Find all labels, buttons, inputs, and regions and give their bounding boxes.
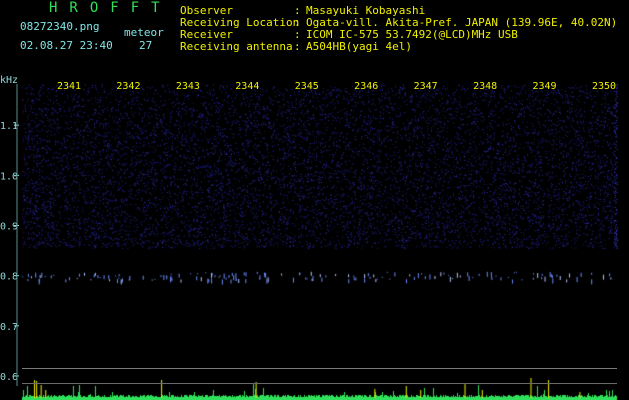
x-tick-label: 2345 <box>295 81 319 92</box>
x-tick-label: 2346 <box>354 81 378 92</box>
x-tick-label: 2350 <box>592 81 616 92</box>
y-tick-label: 0.6 <box>0 372 18 383</box>
x-tick-label: 2343 <box>176 81 200 92</box>
x-tick-label: 2344 <box>235 81 259 92</box>
spectrogram: kHz 1.1 1.0 0.9 0.8 0.7 0.6 2341 2342 2343 2344 234… <box>0 72 629 400</box>
meteor-count-value: 27 <box>139 39 153 52</box>
antenna-label: Receiving antenna <box>180 40 293 53</box>
x-tick-label: 2341 <box>57 81 81 92</box>
y-tick-label: 0.9 <box>0 221 18 232</box>
y-tick-label: 0.8 <box>0 272 18 283</box>
x-tick-label: 2342 <box>116 81 140 92</box>
observation-datetime: 02.08.27 23:40 <box>20 39 113 52</box>
file-name: 08272340.png <box>20 20 100 33</box>
x-tick-label: 2349 <box>533 81 557 92</box>
x-tick-label: 2348 <box>473 81 497 92</box>
spectrogram-axes: kHz 1.1 1.0 0.9 0.8 0.7 0.6 2341 2342 2343 2344 234… <box>0 75 617 386</box>
meteor-count-label: meteor <box>124 26 164 39</box>
y-axis-unit: kHz <box>0 75 18 86</box>
y-tick-label: 1.0 <box>0 171 18 182</box>
y-tick-label: 0.7 <box>0 322 18 333</box>
y-tick-label: 1.1 <box>0 121 18 132</box>
antenna-value: A504HB(yagi 4el) <box>306 40 412 53</box>
antenna-colon: : <box>294 40 301 53</box>
app-title: HROFFT <box>49 0 172 16</box>
x-tick-label: 2347 <box>414 81 438 92</box>
